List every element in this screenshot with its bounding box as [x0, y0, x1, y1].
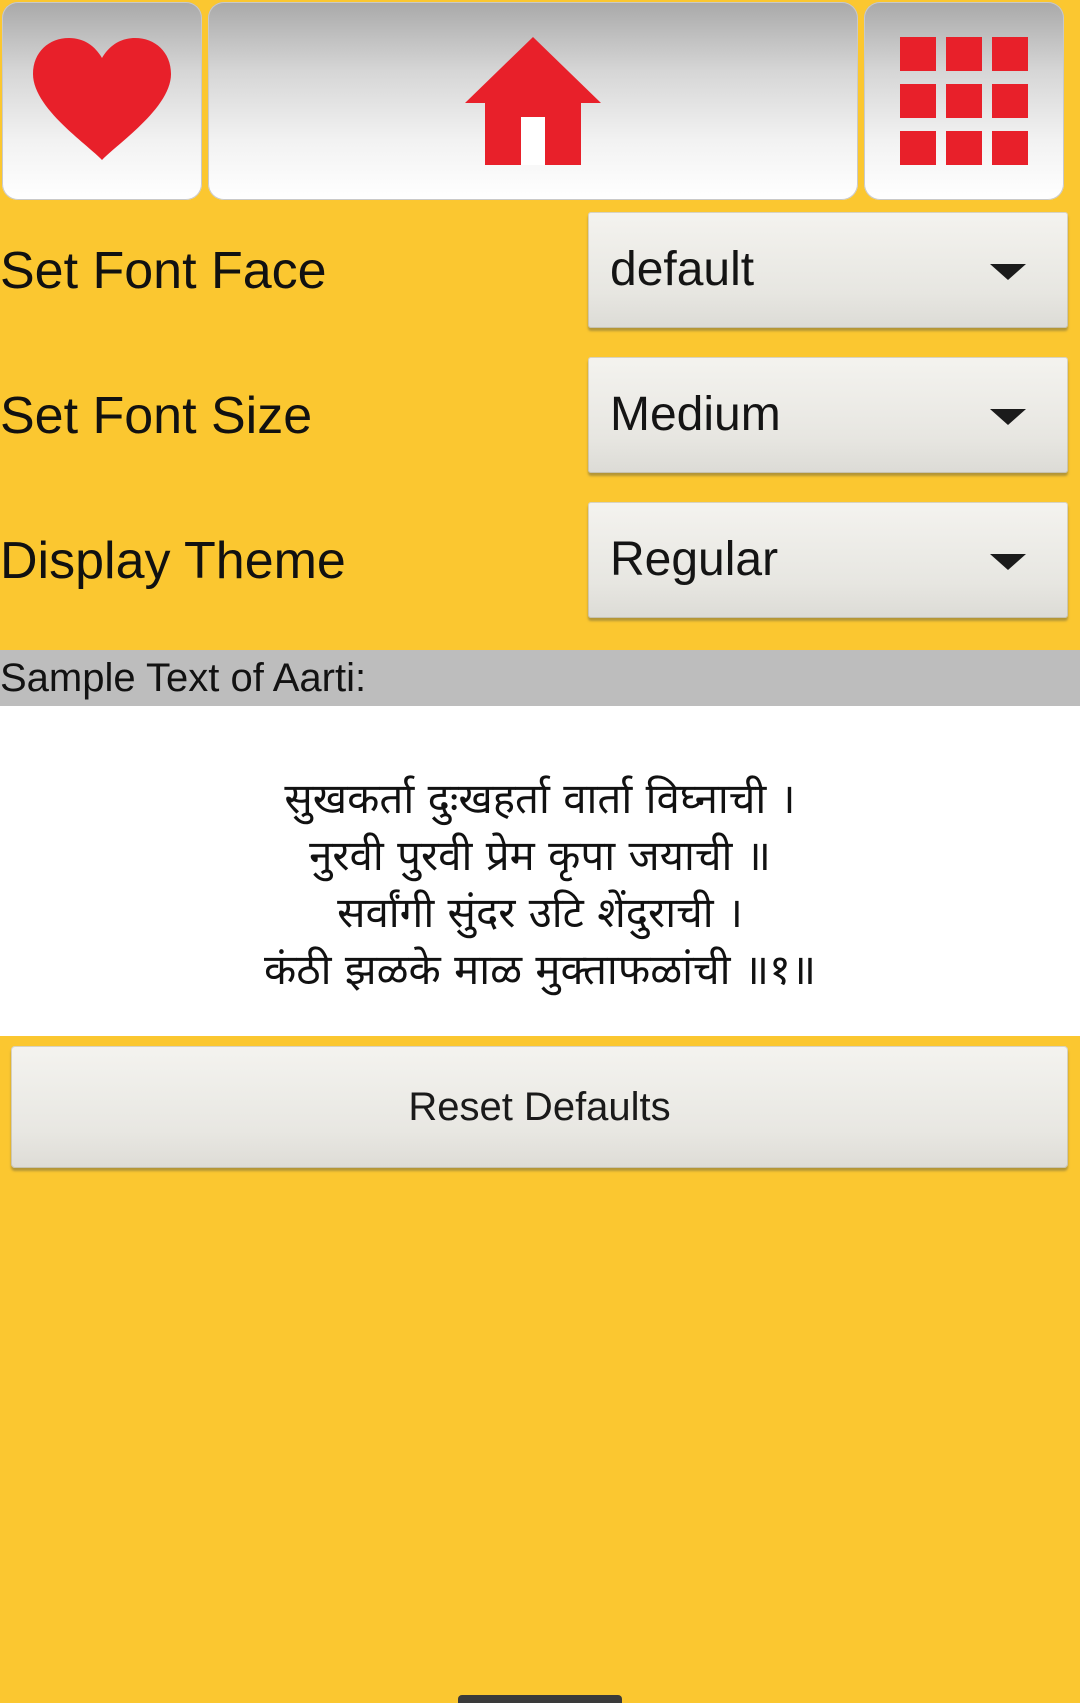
dropdown-arrow-icon — [990, 409, 1026, 425]
dropdown-arrow-icon — [990, 554, 1026, 570]
gesture-bar[interactable] — [458, 1695, 622, 1703]
font-size-label: Set Font Size — [0, 387, 313, 445]
theme-label: Display Theme — [0, 532, 346, 590]
sample-line: सर्वांगी सुंदर उटि शेंदुराची । — [337, 888, 743, 937]
home-button[interactable] — [208, 2, 858, 200]
sample-line: सुखकर्ता दुःखहर्ता वार्ता विघ्नाची । — [284, 774, 796, 823]
theme-select[interactable]: Regular — [588, 502, 1068, 618]
theme-value: Regular — [610, 533, 779, 586]
menu-grid-button[interactable] — [864, 2, 1064, 200]
sample-line: नुरवी पुरवी प्रेम कृपा जयाची ॥ — [309, 831, 771, 880]
sample-text-header: Sample Text of Aarti: — [0, 650, 1080, 706]
font-size-select[interactable]: Medium — [588, 357, 1068, 473]
sample-line: कंठी झळके माळ मुक्ताफळांची ॥१॥ — [263, 945, 817, 994]
home-icon — [465, 37, 601, 165]
theme-row: Display Theme Regular — [0, 502, 1080, 620]
reset-defaults-button[interactable]: Reset Defaults — [11, 1046, 1068, 1168]
sample-lines: सुखकर्ता दुःखहर्ता वार्ता विघ्नाची । नुर… — [0, 770, 1080, 998]
heart-icon — [33, 38, 171, 160]
favorite-button[interactable] — [2, 2, 202, 200]
font-face-row: Set Font Face default — [0, 212, 1080, 330]
font-size-value: Medium — [610, 388, 781, 441]
top-toolbar — [0, 0, 1080, 204]
dropdown-arrow-icon — [990, 264, 1026, 280]
sample-text-box: सुखकर्ता दुःखहर्ता वार्ता विघ्नाची । नुर… — [0, 706, 1080, 1036]
font-face-label: Set Font Face — [0, 242, 327, 300]
grid-menu-icon — [900, 37, 1028, 165]
font-size-row: Set Font Size Medium — [0, 357, 1080, 475]
font-face-value: default — [610, 243, 755, 296]
font-face-select[interactable]: default — [588, 212, 1068, 328]
